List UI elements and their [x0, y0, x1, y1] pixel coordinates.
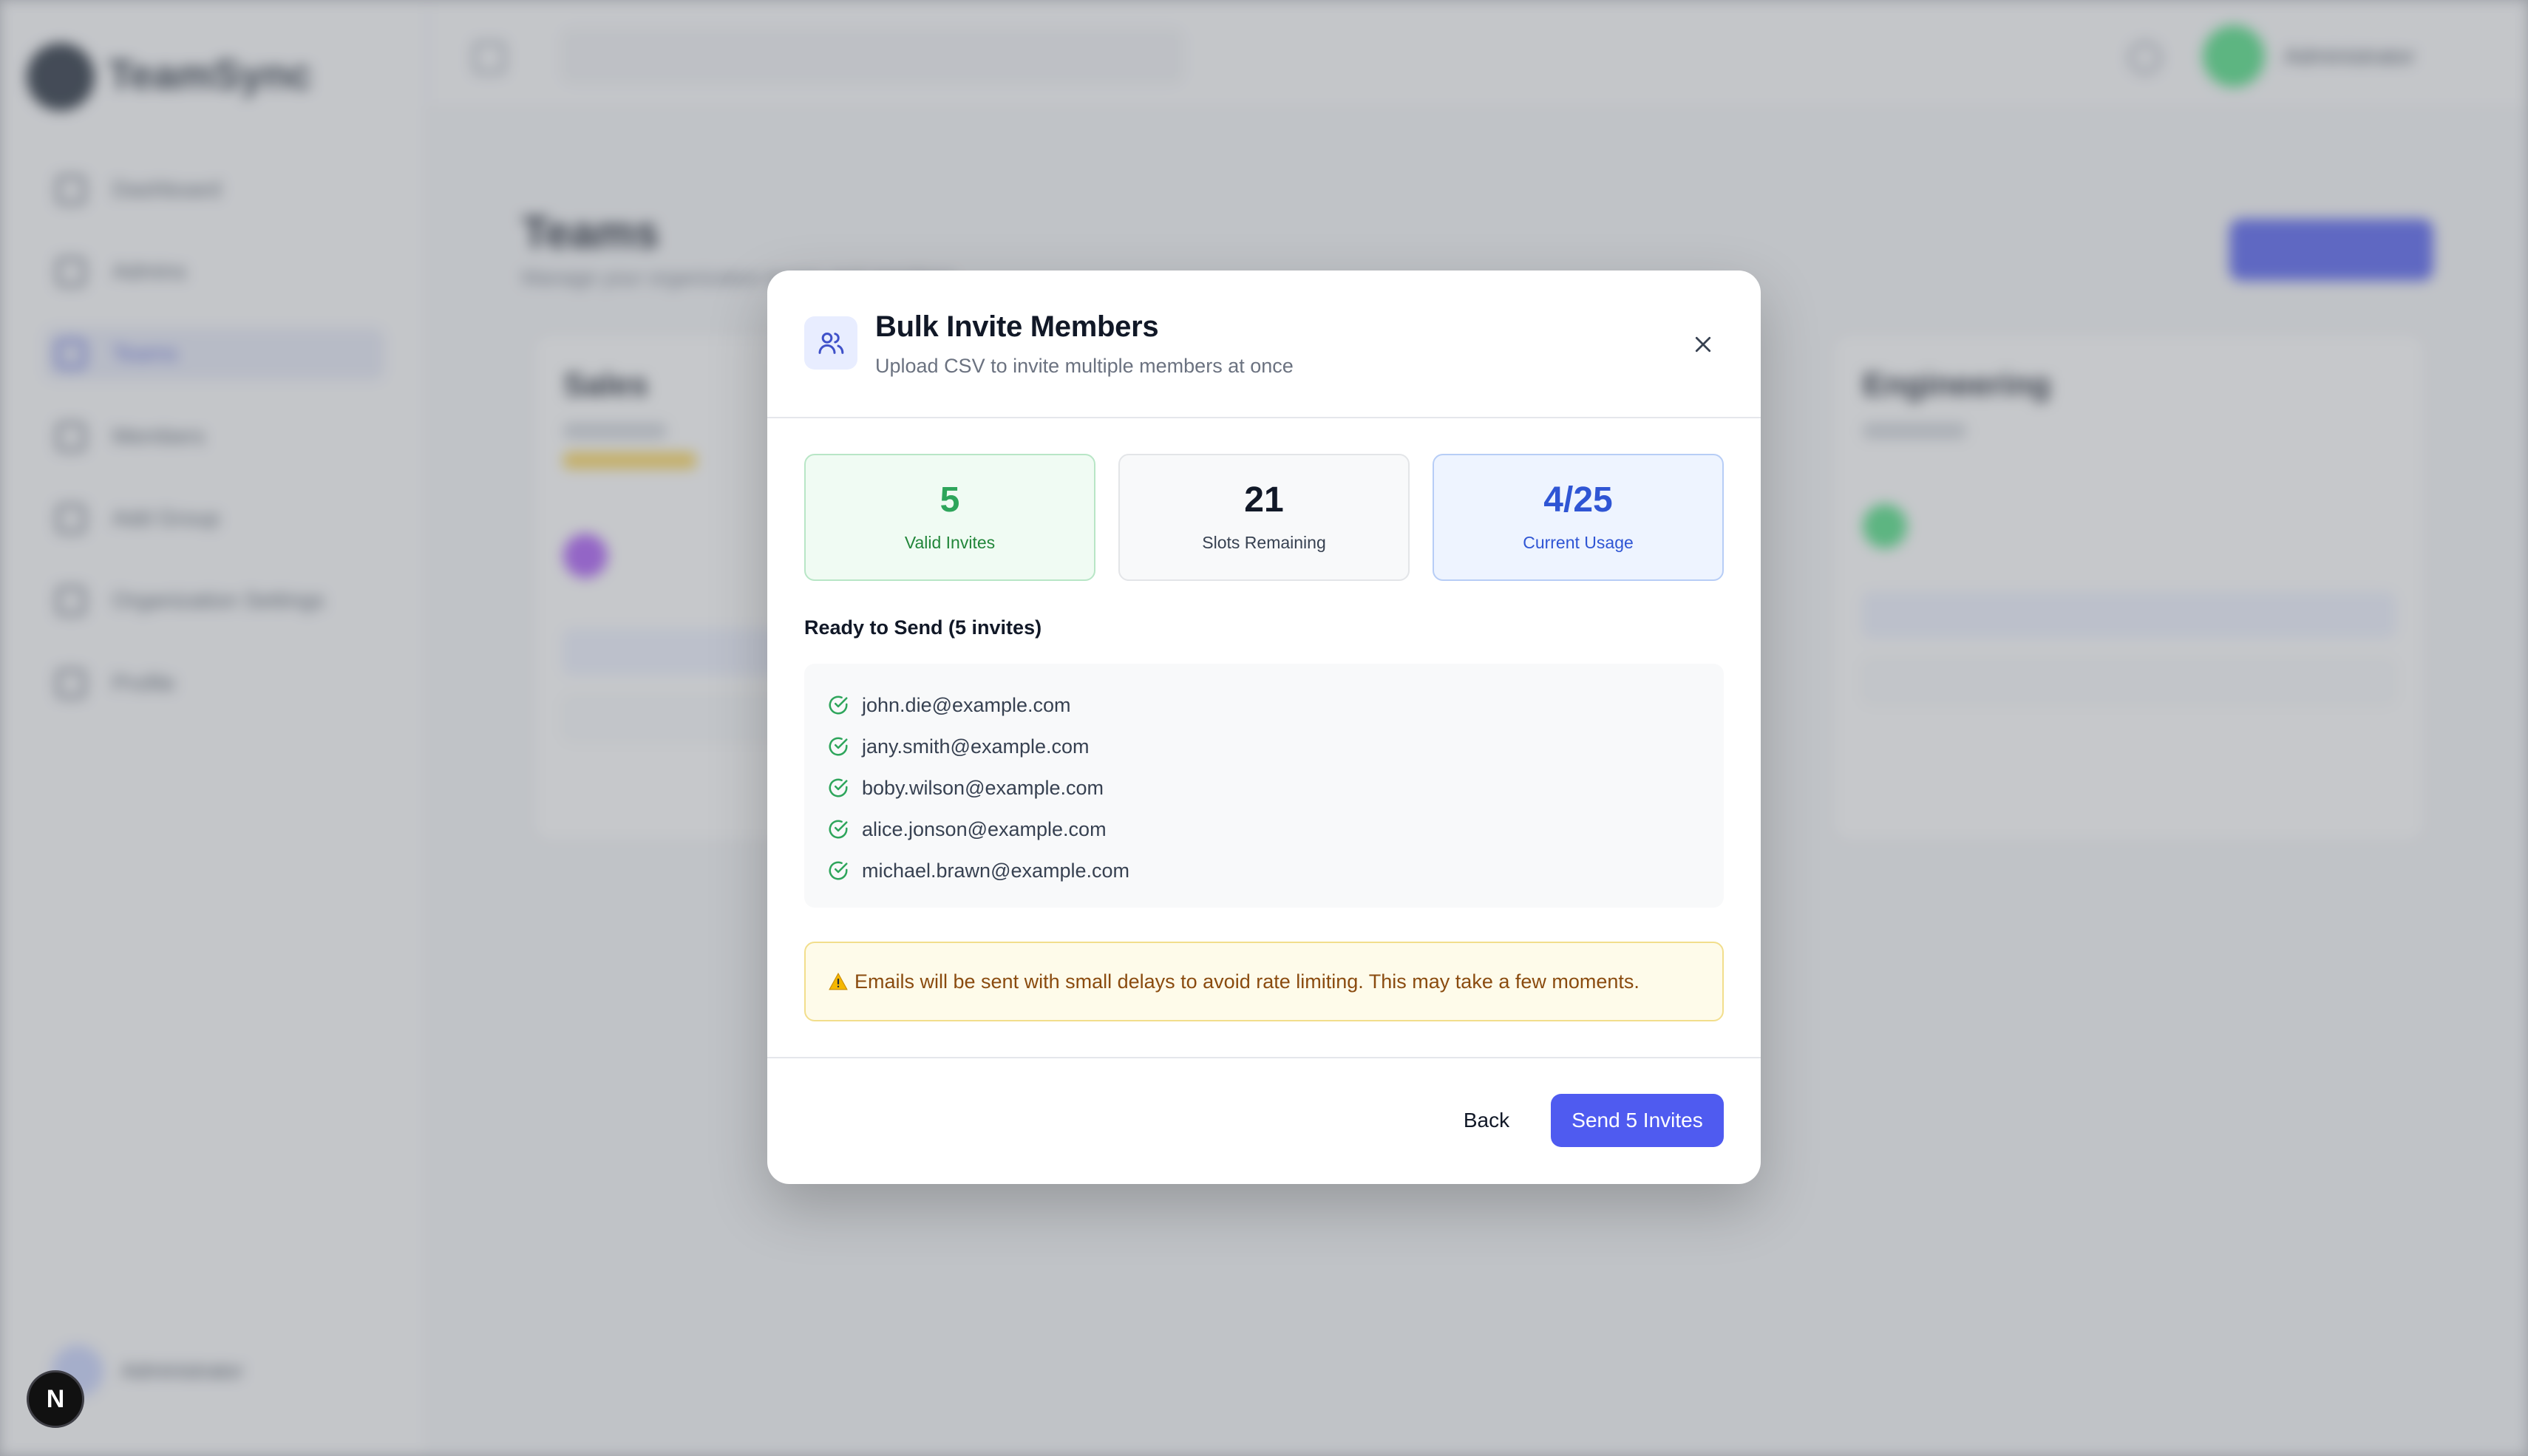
dialog-title: Bulk Invite Members — [875, 310, 1159, 343]
nextjs-dev-indicator[interactable]: N — [27, 1370, 84, 1428]
invite-email: michael.brawn@example.com — [862, 859, 1130, 882]
list-item: john.die@example.com — [804, 684, 1724, 726]
warning-icon — [828, 972, 849, 991]
ready-to-send-label: Ready to Send (5 invites) — [804, 616, 1042, 639]
stat-label: Current Usage — [1523, 532, 1634, 552]
list-item: jany.smith@example.com — [804, 726, 1724, 767]
list-item: boby.wilson@example.com — [804, 767, 1724, 809]
valid-invites-stat: 5 Valid Invites — [804, 454, 1095, 581]
bulk-invite-dialog: Bulk Invite Members Upload CSV to invite… — [767, 271, 1761, 1184]
slots-remaining-stat: 21 Slots Remaining — [1118, 454, 1410, 581]
rate-limit-warning: Emails will be sent with small delays to… — [804, 942, 1724, 1021]
check-circle-icon — [826, 693, 850, 717]
stat-label: Valid Invites — [904, 532, 996, 552]
dialog-footer: Back Send 5 Invites — [767, 1057, 1761, 1184]
invite-email: boby.wilson@example.com — [862, 776, 1104, 799]
stat-value: 4/25 — [1543, 480, 1613, 520]
check-circle-icon — [826, 817, 850, 841]
stat-label: Slots Remaining — [1202, 532, 1326, 552]
users-icon — [804, 316, 857, 370]
list-item: michael.brawn@example.com — [804, 850, 1724, 891]
back-button[interactable]: Back — [1447, 1094, 1526, 1147]
invite-email: john.die@example.com — [862, 693, 1071, 716]
email-list: john.die@example.com jany.smith@example.… — [804, 664, 1724, 908]
stat-value: 21 — [1244, 480, 1284, 520]
send-invites-button[interactable]: Send 5 Invites — [1551, 1094, 1724, 1147]
dialog-header: Bulk Invite Members Upload CSV to invite… — [767, 271, 1761, 418]
check-circle-icon — [826, 776, 850, 800]
check-circle-icon — [826, 735, 850, 758]
current-usage-stat: 4/25 Current Usage — [1433, 454, 1724, 581]
warning-text: Emails will be sent with small delays to… — [854, 970, 1640, 993]
invite-email: alice.jonson@example.com — [862, 817, 1107, 840]
check-circle-icon — [826, 859, 850, 882]
close-icon[interactable] — [1682, 324, 1724, 365]
stat-value: 5 — [939, 480, 960, 520]
list-item: alice.jonson@example.com — [804, 809, 1724, 850]
dialog-subtitle: Upload CSV to invite multiple members at… — [875, 355, 1294, 377]
invite-email: jany.smith@example.com — [862, 735, 1090, 758]
